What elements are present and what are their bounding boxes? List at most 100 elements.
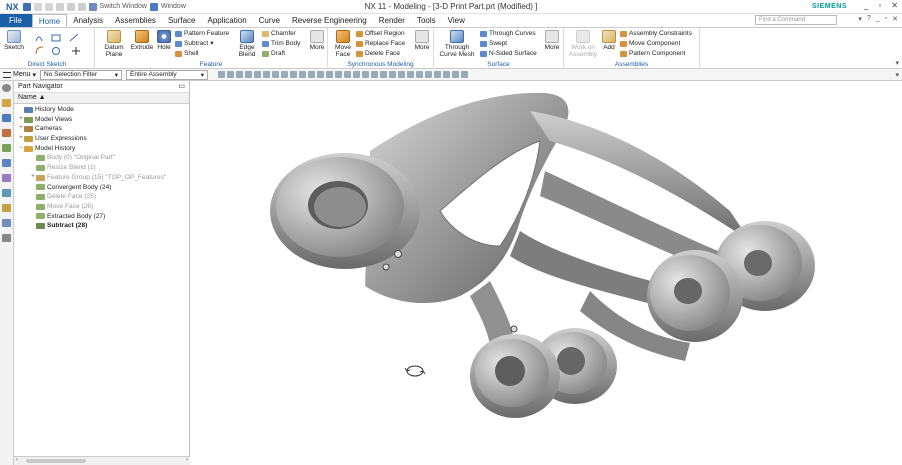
chevron-down-icon[interactable]: ▾ <box>895 59 899 67</box>
find-command-input[interactable]: Find a Command <box>755 15 837 25</box>
snap-icon[interactable] <box>326 71 334 78</box>
chamfer-button[interactable]: Chamfer <box>262 30 296 37</box>
selection-filter-select[interactable]: No Selection Filter ▾ <box>40 69 123 80</box>
snap-icon[interactable] <box>335 71 343 78</box>
snap-icon[interactable] <box>344 71 352 78</box>
scrollbar-thumb[interactable] <box>26 459 86 463</box>
column-header-name[interactable]: Name ▲ <box>14 93 189 104</box>
snap-icon[interactable] <box>317 71 325 78</box>
maximize-icon[interactable]: ▭ <box>178 82 185 90</box>
pattern-feature-button[interactable]: Pattern Feature <box>175 30 229 37</box>
scope-select[interactable]: Entire Assembly ▾ <box>126 69 209 80</box>
history-icon[interactable] <box>2 174 11 182</box>
swept-button[interactable]: Swept <box>480 40 507 47</box>
select-icon[interactable] <box>236 71 244 78</box>
snap-icon[interactable] <box>299 71 307 78</box>
hole-button[interactable]: Hole <box>155 30 173 51</box>
subtract-button[interactable]: Subtract ▾ <box>175 40 213 47</box>
snap-icon[interactable] <box>353 71 361 78</box>
add-component-button[interactable]: Add <box>600 30 618 51</box>
3d-model-view[interactable] <box>190 81 902 465</box>
tree-node[interactable]: History Mode <box>18 105 189 115</box>
snap-icon[interactable] <box>380 71 388 78</box>
tree-node[interactable]: Convergent Body (24) <box>18 183 189 193</box>
select-icon[interactable] <box>272 71 280 78</box>
through-curves-button[interactable]: Through Curves <box>480 30 536 37</box>
tab-reverse-engineering[interactable]: Reverse Engineering <box>286 14 373 27</box>
file-menu[interactable]: File <box>0 14 32 27</box>
tree-node[interactable]: Resize Blend (1) <box>18 163 189 173</box>
extrude-button[interactable]: Extrude <box>129 30 155 51</box>
reuse-library-icon[interactable] <box>2 144 11 152</box>
tab-tools[interactable]: Tools <box>411 14 442 27</box>
datum-plane-button[interactable]: Datum Plane <box>101 30 127 58</box>
sync-more-button[interactable]: More <box>412 30 432 51</box>
tree-node[interactable]: + Cameras <box>18 124 189 134</box>
move-face-button[interactable]: Move Face <box>332 30 354 58</box>
snap-icon[interactable] <box>371 71 379 78</box>
tree-node[interactable]: − Model History <box>18 144 189 154</box>
menu-button[interactable]: Menu ▾ <box>3 71 36 79</box>
select-icon[interactable] <box>254 71 262 78</box>
close-icon[interactable]: ✕ <box>892 15 898 23</box>
snap-icon[interactable] <box>308 71 316 78</box>
surface-more-button[interactable]: More <box>542 30 562 51</box>
view-icon[interactable] <box>461 71 469 78</box>
assembly-navigator-icon[interactable] <box>2 114 11 122</box>
delete-face-button[interactable]: Delete Face <box>356 50 400 57</box>
select-icon[interactable] <box>263 71 271 78</box>
horizontal-scrollbar[interactable]: ‹ › <box>14 456 190 465</box>
bracket-part[interactable] <box>270 92 815 418</box>
tree-node[interactable]: + Feature Group (15) "TOP_OP_Features" <box>18 173 189 183</box>
minimize-icon[interactable]: _ <box>876 15 880 23</box>
view-icon[interactable] <box>452 71 460 78</box>
part-navigator-icon[interactable] <box>2 99 11 107</box>
n-sided-surface-button[interactable]: N-Sided Surface <box>480 50 537 57</box>
tab-home[interactable]: Home <box>31 14 68 27</box>
snap-icon[interactable] <box>362 71 370 78</box>
chevron-down-icon[interactable]: ▾ <box>210 40 213 47</box>
restore-icon[interactable]: ▫ <box>885 15 887 23</box>
scroll-right-icon[interactable]: › <box>186 457 188 463</box>
edge-blend-button[interactable]: Edge Blend <box>235 30 259 58</box>
view-icon[interactable] <box>416 71 424 78</box>
system-scenes-icon[interactable] <box>2 219 11 227</box>
tree-node[interactable]: + User Expressions <box>18 134 189 144</box>
tools-icon[interactable] <box>2 234 11 242</box>
tree-node[interactable]: Subtract (28) <box>18 221 189 231</box>
close-icon[interactable]: ✕ <box>891 1 898 10</box>
restore-icon[interactable]: ▫ <box>878 1 881 10</box>
draft-button[interactable]: Draft <box>262 50 285 57</box>
offset-region-button[interactable]: Offset Region <box>356 30 405 37</box>
tab-curve[interactable]: Curve <box>253 14 286 27</box>
view-icon[interactable] <box>407 71 415 78</box>
assembly-constraints-button[interactable]: Assembly Constraints <box>620 30 692 37</box>
sketch-curve-tools[interactable] <box>34 32 90 58</box>
tree-node[interactable]: Delete Face (25) <box>18 192 189 202</box>
move-component-button[interactable]: Move Component <box>620 40 680 47</box>
graphics-window[interactable] <box>190 81 902 465</box>
tree-node[interactable]: Move Face (26) <box>18 202 189 212</box>
sketch-button[interactable]: Sketch <box>3 30 25 51</box>
select-icon[interactable] <box>281 71 289 78</box>
select-icon[interactable] <box>290 71 298 78</box>
select-icon[interactable] <box>245 71 253 78</box>
chevron-down-icon[interactable]: ▾ <box>895 71 899 79</box>
view-icon[interactable] <box>434 71 442 78</box>
roles-icon[interactable] <box>2 204 11 212</box>
trim-body-button[interactable]: Trim Body <box>262 40 300 47</box>
replace-face-button[interactable]: Replace Face <box>356 40 405 47</box>
constraint-navigator-icon[interactable] <box>2 129 11 137</box>
select-icon[interactable] <box>218 71 226 78</box>
select-icon[interactable] <box>227 71 235 78</box>
settings-icon[interactable] <box>2 84 11 92</box>
snap-icon[interactable] <box>389 71 397 78</box>
shell-button[interactable]: Shell <box>175 50 198 57</box>
view-icon[interactable] <box>398 71 406 78</box>
tree-node[interactable]: + Model Views <box>18 115 189 125</box>
minimize-icon[interactable]: _ <box>864 1 868 10</box>
through-curve-mesh-button[interactable]: Through Curve Mesh <box>436 30 478 58</box>
web-browser-icon[interactable] <box>2 159 11 167</box>
pattern-component-button[interactable]: Pattern Component <box>620 50 685 57</box>
help-icon[interactable]: ? <box>867 15 871 23</box>
